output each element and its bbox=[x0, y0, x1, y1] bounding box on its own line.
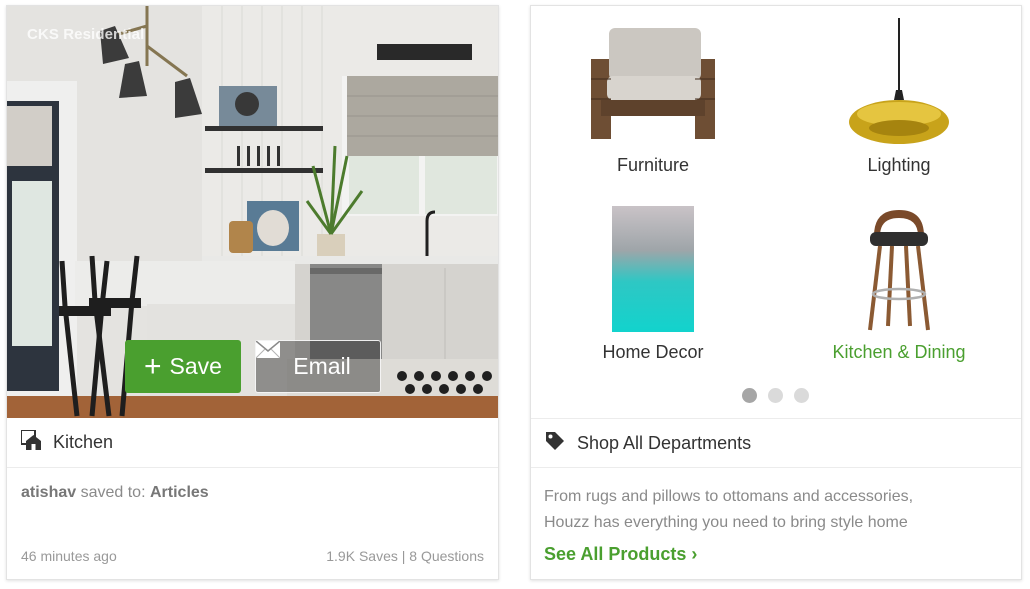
save-button-label: Save bbox=[169, 353, 222, 379]
shop-all-row[interactable]: Shop All Departments bbox=[531, 418, 1021, 468]
stats-separator: | bbox=[401, 548, 406, 564]
rug-image bbox=[612, 206, 694, 332]
armchair-image bbox=[591, 28, 715, 139]
carousel-dots bbox=[742, 388, 809, 403]
category-row[interactable]: Kitchen bbox=[7, 418, 498, 468]
description-line-2: Houzz has everything you need to bring s… bbox=[544, 514, 908, 531]
email-button[interactable]: Email bbox=[255, 340, 381, 393]
category-tile-lighting[interactable]: Lighting bbox=[799, 6, 999, 196]
category-label-active: Kitchen & Dining bbox=[832, 342, 966, 362]
plus-icon: + bbox=[144, 349, 162, 383]
tag-icon bbox=[545, 431, 565, 456]
email-button-label: Email bbox=[293, 353, 351, 379]
carousel-dot-1[interactable] bbox=[742, 388, 757, 403]
shop-card: Furniture Lighting Home Decor Kitchen & … bbox=[530, 5, 1022, 580]
home-icon bbox=[20, 429, 41, 455]
bar-stool-image bbox=[868, 210, 930, 331]
kitchen-photo-image bbox=[7, 6, 498, 418]
save-button[interactable]: + Save bbox=[125, 340, 241, 393]
saved-to-text: saved to: bbox=[80, 484, 146, 501]
saved-user-link[interactable]: atishav bbox=[21, 484, 76, 501]
saved-by-line: atishav saved to: Articles bbox=[21, 484, 209, 502]
kitchen-photo[interactable]: CKS Residential + Save Email bbox=[7, 6, 498, 418]
category-label: Furniture bbox=[616, 155, 690, 175]
saves-count[interactable]: 1.9K Saves bbox=[326, 548, 398, 564]
category-label: Lighting bbox=[867, 155, 931, 175]
see-all-label: See All Products bbox=[544, 544, 687, 564]
see-all-products-link[interactable]: See All Products › bbox=[544, 544, 697, 565]
category-title: Kitchen bbox=[53, 432, 114, 452]
questions-count[interactable]: 8 Questions bbox=[409, 548, 484, 564]
photo-credit-watermark: CKS Residential bbox=[27, 26, 145, 43]
description-line-1: From rugs and pillows to ottomans and ac… bbox=[544, 488, 914, 505]
shop-all-title: Shop All Departments bbox=[577, 432, 752, 453]
carousel-dot-2[interactable] bbox=[768, 388, 783, 403]
chevron-right-icon: › bbox=[691, 544, 698, 564]
category-tile-furniture[interactable]: Furniture bbox=[553, 6, 753, 196]
saved-board-link[interactable]: Articles bbox=[150, 484, 209, 501]
category-tile-kitchen-dining[interactable]: Kitchen & Dining bbox=[799, 196, 999, 386]
category-label: Home Decor bbox=[602, 342, 704, 362]
shop-description: From rugs and pillows to ottomans and ac… bbox=[544, 484, 984, 536]
carousel-dot-3[interactable] bbox=[794, 388, 809, 403]
timestamp: 46 minutes ago bbox=[21, 548, 117, 564]
category-tile-home-decor[interactable]: Home Decor bbox=[553, 196, 753, 386]
photo-card: CKS Residential + Save Email Kitchen ati… bbox=[6, 5, 499, 580]
stats: 1.9K Saves | 8 Questions bbox=[326, 548, 484, 564]
pendant-lamp-image bbox=[849, 18, 949, 144]
